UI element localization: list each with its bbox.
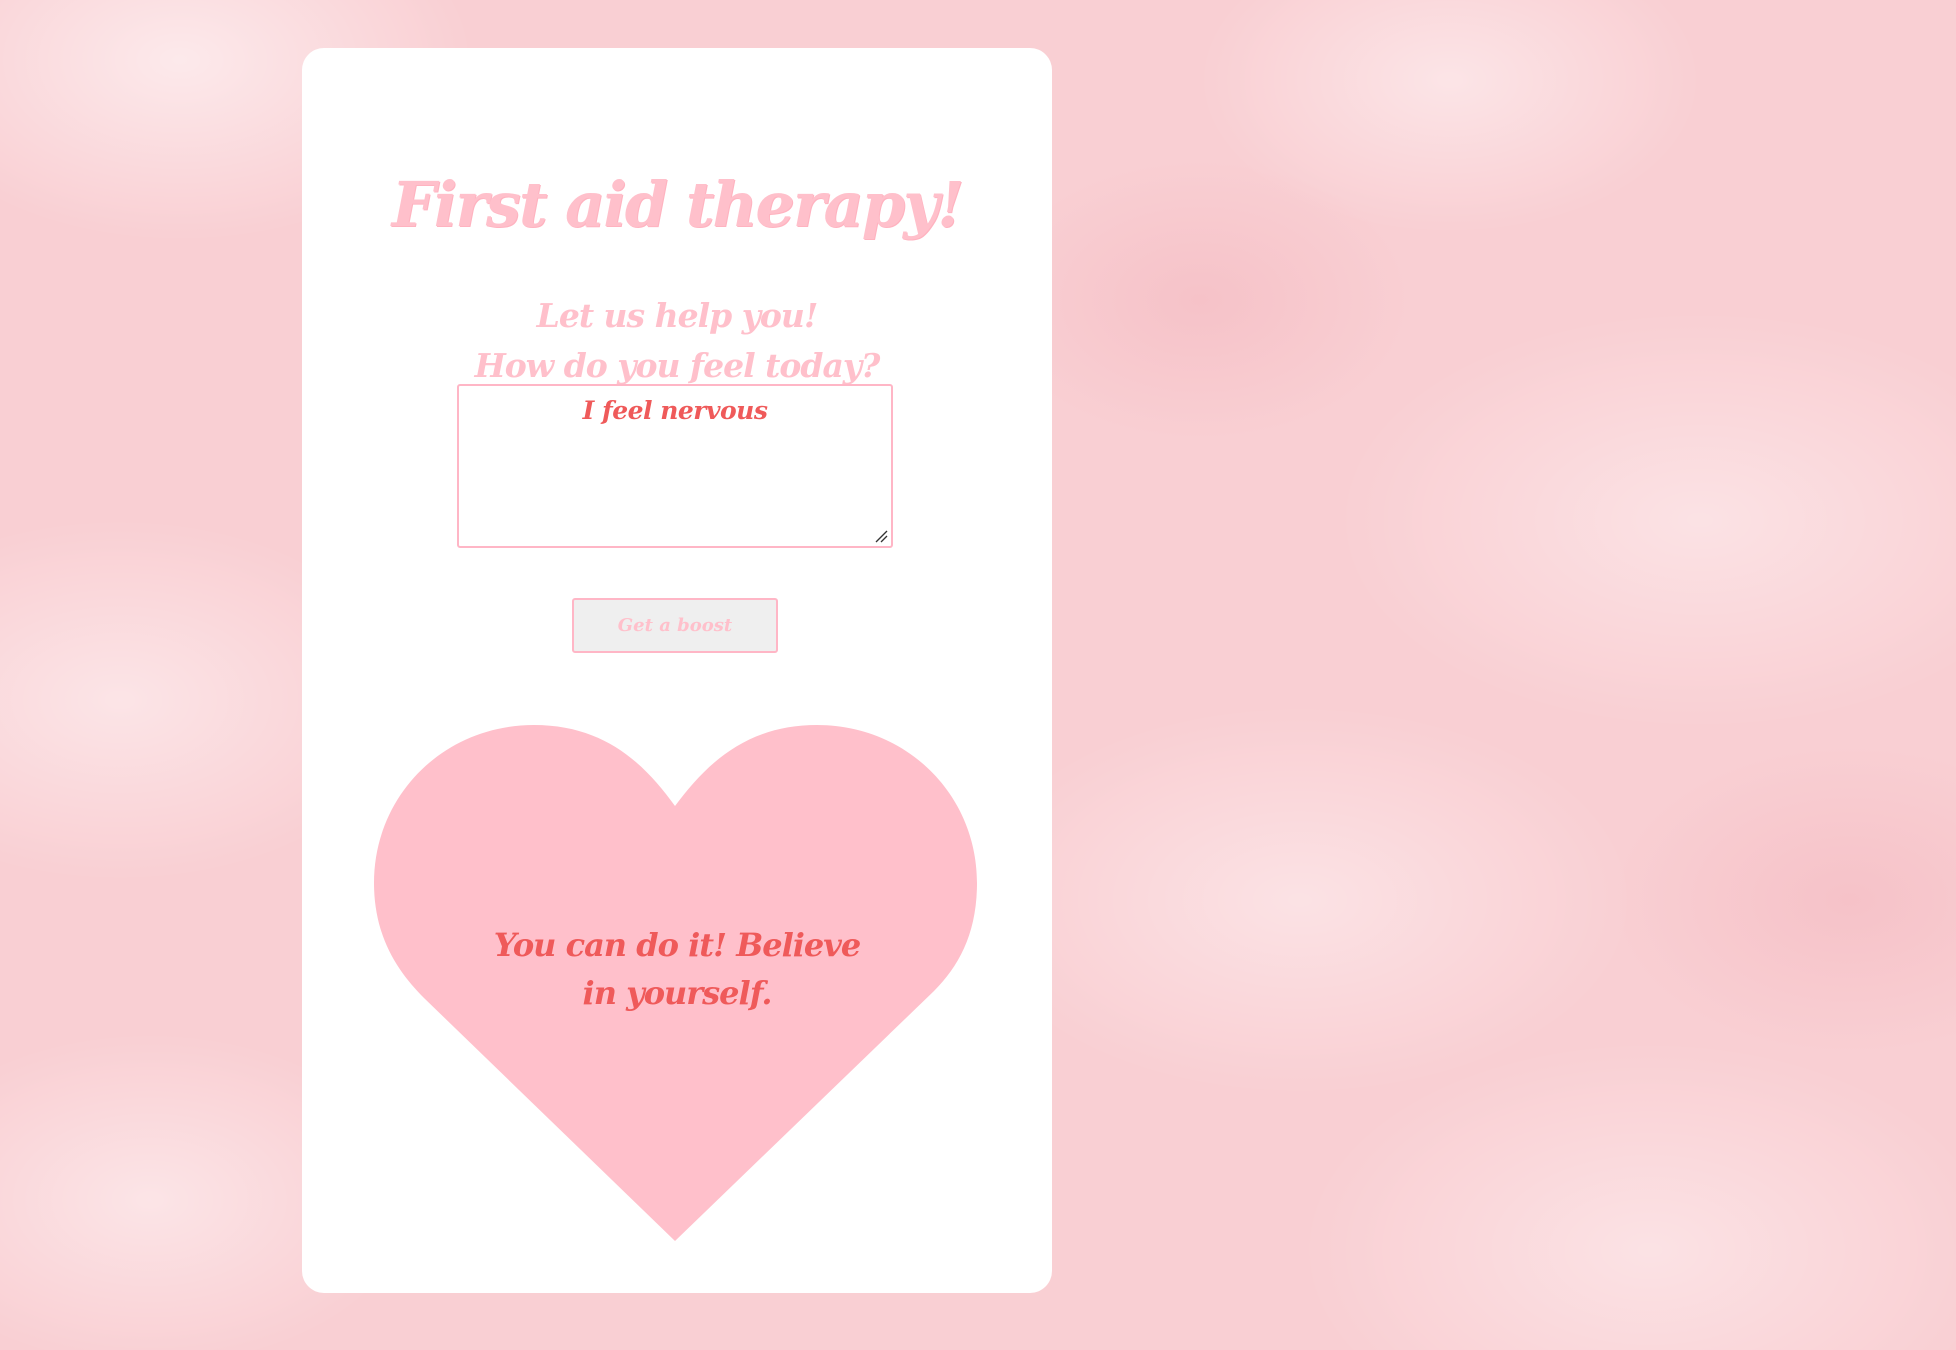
page-title: First aid therapy! [391, 168, 965, 241]
subtitle-question: How do you feel today? [474, 346, 881, 385]
feelings-textarea-value: I feel nervous [582, 396, 768, 425]
encouragement-line-1: You can do it! Believe [493, 926, 861, 964]
encouragement-message: You can do it! Believe in yourself. [302, 921, 1052, 1017]
resize-handle-icon[interactable] [874, 529, 888, 543]
encouragement-line-2: in yourself. [582, 974, 773, 1012]
main-card: First aid therapy! Let us help you! How … [302, 48, 1052, 1293]
subtitle-help: Let us help you! [536, 296, 819, 335]
feelings-textarea[interactable]: I feel nervous [457, 384, 893, 548]
get-boost-button[interactable]: Get a boost [572, 598, 778, 653]
